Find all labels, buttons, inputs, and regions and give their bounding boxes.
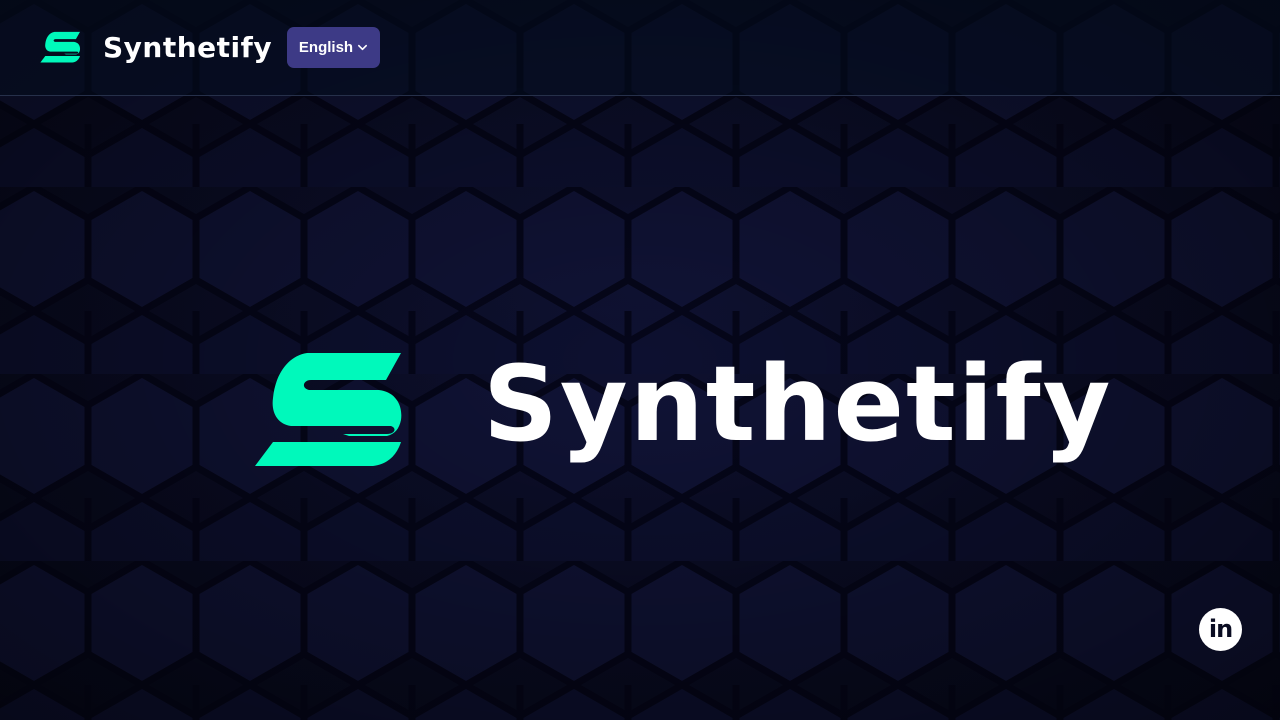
- synthetify-logo-icon: [40, 31, 81, 63]
- linkedin-link[interactable]: in: [1199, 608, 1242, 651]
- landing-page: Synthetify English Synthetify in: [0, 0, 1280, 720]
- top-navbar: Synthetify English: [0, 0, 1280, 96]
- linkedin-icon: in: [1208, 614, 1233, 643]
- brand-home-link[interactable]: Synthetify: [40, 30, 272, 64]
- hero-logo: Synthetify: [255, 350, 1112, 468]
- brand-name: Synthetify: [103, 30, 273, 64]
- chevron-down-icon: [358, 44, 368, 51]
- language-select-button[interactable]: English: [287, 27, 380, 68]
- language-label: English: [298, 39, 354, 56]
- hero-brand-name: Synthetify: [483, 343, 1113, 465]
- synthetify-logo-icon: [255, 353, 402, 466]
